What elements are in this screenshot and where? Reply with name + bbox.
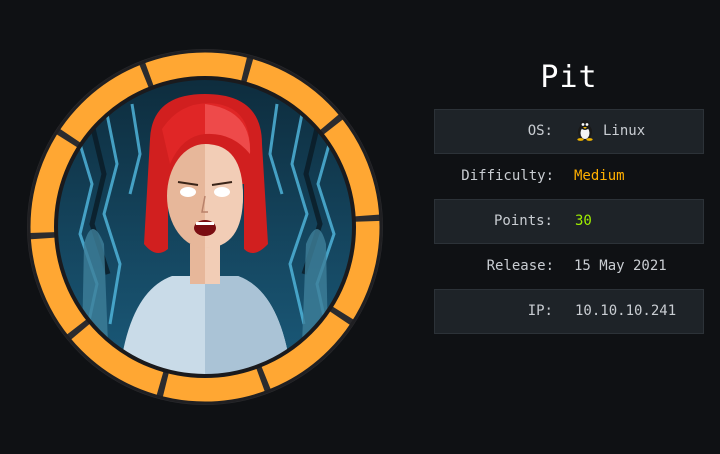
machine-avatar-badge — [22, 44, 388, 410]
points-value: 30 — [575, 213, 592, 229]
info-row-release: Release: 15 May 2021 — [434, 244, 704, 289]
points-label: Points: — [493, 213, 553, 229]
ip-label: IP: — [527, 303, 553, 319]
release-label: Release: — [486, 258, 554, 274]
os-label: OS: — [527, 123, 553, 139]
os-value-wrap: Linux — [575, 110, 645, 153]
machine-info-table: OS: Linux Difficulty: Medium Points: 30 — [434, 109, 704, 334]
machine-name-title: Pit — [540, 60, 598, 95]
ip-value[interactable]: 10.10.10.241 — [575, 290, 676, 333]
info-row-points: Points: 30 — [434, 199, 704, 244]
difficulty-value: Medium — [574, 168, 625, 184]
linux-tux-icon — [575, 119, 595, 141]
release-value: 15 May 2021 — [574, 258, 667, 274]
info-row-difficulty: Difficulty: Medium — [434, 154, 704, 199]
avatar-illustration — [27, 49, 383, 405]
info-row-os: OS: Linux — [434, 109, 704, 154]
os-value: Linux — [603, 123, 646, 139]
difficulty-label: Difficulty: — [461, 168, 554, 184]
info-row-ip: IP: 10.10.10.241 — [434, 289, 704, 334]
